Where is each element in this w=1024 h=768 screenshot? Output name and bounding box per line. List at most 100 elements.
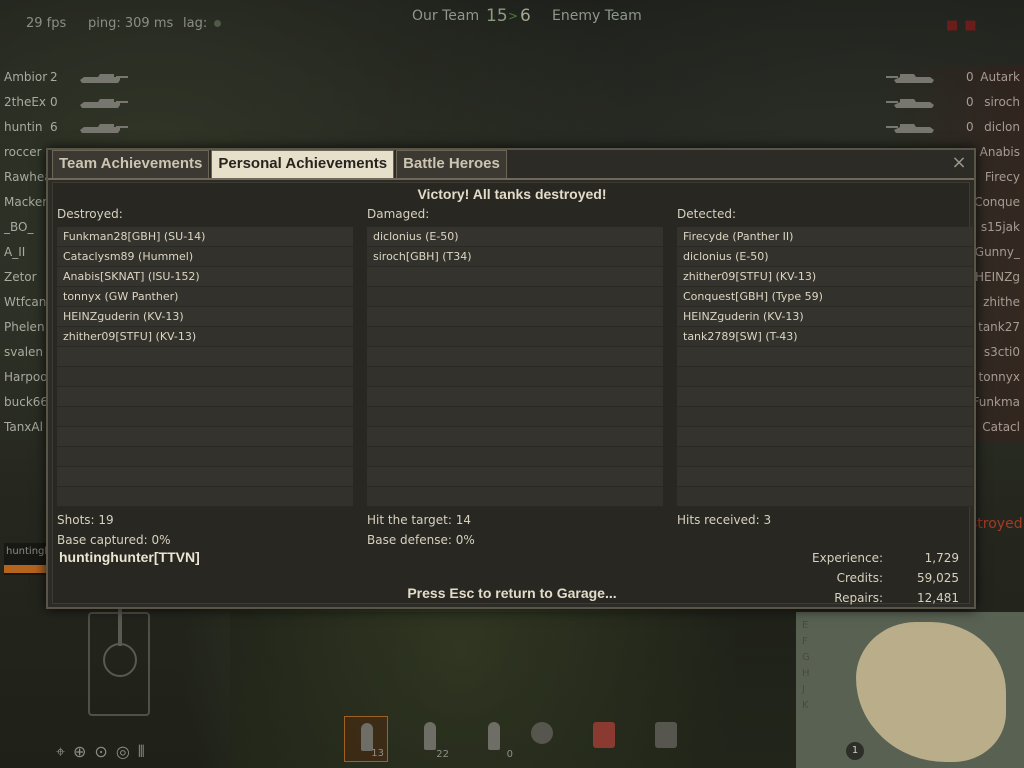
damaged-label: Damaged: <box>367 207 430 221</box>
lag-label: lag: <box>183 16 208 31</box>
ally-player-row: 2theEx 0 <box>0 91 140 116</box>
tank-icon <box>884 122 944 134</box>
close-button[interactable]: × <box>950 154 968 172</box>
target-icon: ⊕ <box>73 742 87 761</box>
empty-row <box>677 407 973 427</box>
base-captured-stat: Base captured: 0% <box>57 533 171 547</box>
player-name: buck66 <box>4 395 49 409</box>
our-team-score: 15 <box>486 6 508 26</box>
player-frags: 6 <box>50 120 58 134</box>
shell-icon <box>424 722 436 750</box>
empty-row <box>57 467 353 487</box>
empty-row <box>677 447 973 467</box>
steering-icon: ⊙ <box>94 742 108 761</box>
empty-row <box>367 347 663 367</box>
earnings-value: 59,025 <box>917 571 959 585</box>
list-item: tank2789[SW] (T-43) <box>677 327 973 347</box>
binoculars-icon: ⌖ <box>56 742 66 761</box>
list-item: HEINZguderin (KV-13) <box>677 307 973 327</box>
ammo-count: 22 <box>436 749 449 760</box>
tank-icon <box>70 122 130 134</box>
ally-player-row: Ambior 2 <box>0 66 140 91</box>
tank-turret-icon <box>103 643 137 677</box>
list-item: zhither09[STFU] (KV-13) <box>677 267 973 287</box>
empty-row <box>367 367 663 387</box>
player-health-bar <box>4 565 48 573</box>
minimap-island <box>856 622 1006 762</box>
return-to-garage-hint: Press Esc to return to Garage... <box>407 585 617 601</box>
damaged-list: diclonius (E-50) siroch[GBH] (T34) <box>367 227 663 507</box>
empty-row <box>367 287 663 307</box>
empty-row <box>677 467 973 487</box>
destroyed-column: Destroyed: Funkman28[GBH] (SU-14) Catacly… <box>57 207 357 507</box>
enemy-player-row: siroch 0 <box>884 91 1024 116</box>
player-name: Phelen <box>4 320 45 334</box>
repair-kit-icon[interactable] <box>520 716 564 762</box>
shell-icon <box>488 722 500 750</box>
ally-player-row: huntin 6 <box>0 116 140 141</box>
empty-row <box>677 487 973 507</box>
ammo-slot[interactable]: 22 <box>408 716 452 762</box>
minimap[interactable]: EFGHJK 1 <box>796 612 1024 768</box>
ammo-slot[interactable]: 0 <box>472 716 516 762</box>
ammo-count: 0 <box>506 749 513 760</box>
player-name: svalen <box>4 345 44 359</box>
tab-team-achievements[interactable]: Team Achievements <box>52 150 210 178</box>
player-name: Ambior <box>4 70 48 84</box>
repair-kit-icon-shape <box>531 722 553 744</box>
shell-icon <box>361 723 373 751</box>
player-name: _BO_ <box>4 220 34 234</box>
tab-battle-heroes[interactable]: Battle Heroes <box>396 150 507 178</box>
empty-row <box>367 307 663 327</box>
earnings-value: 1,729 <box>924 551 959 565</box>
tank-icon <box>70 72 130 84</box>
ammo-bar: 13 22 0 <box>344 716 684 764</box>
empty-row <box>677 347 973 367</box>
earnings-label: Experience: <box>812 551 883 565</box>
player-name: Rawhea <box>4 170 49 184</box>
list-item: tonnyx (GW Panther) <box>57 287 353 307</box>
player-frags: 2 <box>50 70 58 84</box>
score-arrow-icon: > <box>508 9 519 23</box>
empty-row <box>57 407 353 427</box>
player-frags: 0 <box>50 95 58 109</box>
list-item: siroch[GBH] (T34) <box>367 247 663 267</box>
battle-results-dialog: Team Achievements Personal Achievements Ba… <box>46 148 976 609</box>
ammo-slot[interactable]: 13 <box>344 716 388 762</box>
list-item: diclonius (E-50) <box>677 247 973 267</box>
player-name: roccer <box>4 145 42 159</box>
tab-divider <box>48 178 974 180</box>
enemy-player-row: Autark 0 <box>884 66 1024 91</box>
empty-row <box>57 347 353 367</box>
fire-extinguisher-icon-shape <box>655 722 677 748</box>
ping-readout: ping: 309 ms <box>88 16 174 31</box>
player-name: Zetor <box>4 270 37 284</box>
empty-row <box>367 427 663 447</box>
player-name: 2theEx <box>4 95 47 109</box>
tank-icon <box>884 72 944 84</box>
list-item: Conquest[GBH] (Type 59) <box>677 287 973 307</box>
list-item: Funkman28[GBH] (SU-14) <box>57 227 353 247</box>
empty-row <box>57 427 353 447</box>
damaged-column: Damaged: diclonius (E-50) siroch[GBH] (T3… <box>367 207 667 507</box>
fire-extinguisher-icon[interactable] <box>644 716 688 762</box>
destroyed-banner: stroyed! <box>970 516 1024 532</box>
list-item: zhither09[STFU] (KV-13) <box>57 327 353 347</box>
empty-row <box>57 447 353 467</box>
player-name: huntin <box>4 120 43 134</box>
battle-result-headline: Victory! All tanks destroyed! <box>417 186 607 202</box>
player-tag: huntinghu <box>4 543 48 575</box>
first-aid-kit-icon[interactable] <box>582 716 626 762</box>
tank-icon <box>70 97 130 109</box>
player-frags: 0 <box>966 120 974 134</box>
empty-row <box>677 367 973 387</box>
list-item: Anabis[SKNAT] (ISU-152) <box>57 267 353 287</box>
results-tabs: Team Achievements Personal Achievements Ba… <box>52 150 509 178</box>
ammo-rack-icon: ⦀ <box>137 742 145 761</box>
detected-list: Firecyde (Panther II) diclonius (E-50) zhi… <box>677 227 973 507</box>
empty-row <box>57 367 353 387</box>
tab-personal-achievements[interactable]: Personal Achievements <box>211 150 395 178</box>
destroyed-label: Destroyed: <box>57 207 123 221</box>
enemy-team-score: 6 <box>520 6 531 26</box>
first-aid-kit-icon-shape <box>593 722 615 748</box>
